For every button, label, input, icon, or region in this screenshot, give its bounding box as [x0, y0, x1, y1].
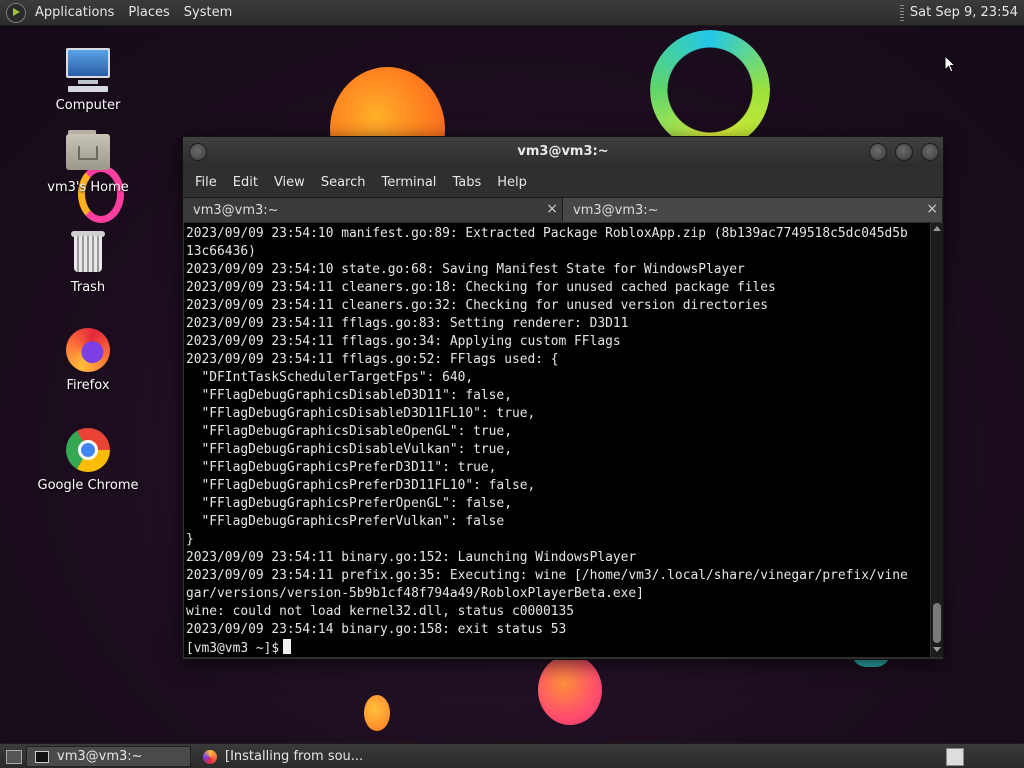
terminal-line: wine: could not load kernel32.dll, statu… [186, 604, 575, 619]
scroll-up-icon[interactable] [933, 226, 941, 231]
terminal-line: "FFlagDebugGraphicsDisableVulkan": true, [186, 442, 512, 457]
terminal-line: 2023/09/09 23:54:11 fflags.go:34: Applyi… [186, 334, 621, 349]
desktop-icon-label: Computer [55, 98, 121, 113]
terminal-tab-2[interactable]: vm3@vm3:~ × [563, 198, 943, 222]
distro-logo-icon[interactable] [6, 2, 26, 23]
terminal-line: 2023/09/09 23:54:10 state.go:68: Saving … [186, 262, 745, 277]
show-desktop-icon[interactable] [6, 749, 22, 764]
maximize-button[interactable] [895, 143, 913, 161]
terminal-line: 2023/09/09 23:54:11 prefix.go:35: Execut… [186, 568, 908, 583]
menu-tabs[interactable]: Tabs [444, 175, 489, 190]
scroll-down-icon[interactable] [933, 647, 941, 652]
trash-icon [64, 228, 112, 276]
terminal-line: 2023/09/09 23:54:11 fflags.go:83: Settin… [186, 316, 629, 331]
mouse-pointer-icon [944, 55, 956, 73]
desktop-icon-computer[interactable]: Computer [33, 46, 143, 113]
system-menu[interactable]: System [177, 5, 239, 20]
terminal-window[interactable]: vm3@vm3:~ File Edit View Search Terminal… [182, 136, 944, 660]
terminal-scrollbar[interactable] [931, 223, 943, 657]
taskbar-item-label: [Installing from sou... [225, 749, 364, 764]
places-menu[interactable]: Places [121, 5, 176, 20]
terminal-line: "FFlagDebugGraphicsPreferD3D11FL10": fal… [186, 478, 536, 493]
wallpaper-shape [538, 655, 602, 725]
terminal-line: "DFIntTaskSchedulerTargetFps": 640, [186, 370, 474, 385]
menu-file[interactable]: File [187, 175, 225, 190]
desktop-icon-label: Google Chrome [37, 478, 139, 493]
terminal-tab-1[interactable]: vm3@vm3:~ × [183, 198, 563, 222]
desktop-icon-label: Firefox [66, 378, 110, 393]
applications-menu[interactable]: Applications [28, 5, 121, 20]
desktop-icon-label: Trash [70, 280, 106, 295]
menu-help[interactable]: Help [489, 175, 535, 190]
terminal-menubar: File Edit View Search Terminal Tabs Help [183, 167, 943, 197]
terminal-line: 2023/09/09 23:54:14 binary.go:158: exit … [186, 622, 567, 637]
terminal-line: 2023/09/09 23:54:11 binary.go:152: Launc… [186, 550, 637, 565]
minimize-button[interactable] [869, 143, 887, 161]
terminal-text: 2023/09/09 23:54:10 manifest.go:89: Extr… [184, 223, 930, 657]
computer-icon [64, 46, 112, 94]
wallpaper-shape [364, 695, 390, 731]
tab-close-icon[interactable]: × [546, 201, 558, 217]
workspace-switcher[interactable] [946, 747, 964, 766]
firefox-icon [64, 326, 112, 374]
terminal-line: "FFlagDebugGraphicsDisableOpenGL": true, [186, 424, 512, 439]
terminal-tabbar: vm3@vm3:~ × vm3@vm3:~ × [183, 197, 943, 222]
scroll-thumb[interactable] [933, 603, 941, 643]
wallpaper-ring [650, 30, 770, 150]
clock[interactable]: Sat Sep 9, 23:54 [910, 5, 1024, 20]
terminal-line: gar/versions/version-5b9b1cf48f794a49/Ro… [186, 586, 644, 601]
terminal-line: "FFlagDebugGraphicsDisableD3D11": false, [186, 388, 512, 403]
desktop-icon-trash[interactable]: Trash [33, 228, 143, 295]
chrome-icon [64, 426, 112, 474]
shell-prompt: [vm3@vm3 ~]$ [186, 641, 280, 656]
taskbar-item-label: vm3@vm3:~ [57, 749, 143, 764]
terminal-line: 2023/09/09 23:54:10 manifest.go:89: Extr… [186, 226, 908, 241]
taskbar-item-firefox[interactable]: [Installing from sou... [195, 746, 395, 767]
desktop-icon-firefox[interactable]: Firefox [33, 326, 143, 393]
terminal-line: "FFlagDebugGraphicsDisableD3D11FL10": tr… [186, 406, 536, 421]
window-titlebar[interactable]: vm3@vm3:~ [183, 137, 943, 167]
taskbar-item-terminal[interactable]: vm3@vm3:~ [26, 746, 191, 767]
firefox-icon [203, 749, 217, 764]
tab-close-icon[interactable]: × [926, 201, 938, 217]
terminal-output[interactable]: 2023/09/09 23:54:10 manifest.go:89: Extr… [184, 223, 930, 657]
terminal-line: 2023/09/09 23:54:11 cleaners.go:18: Chec… [186, 280, 776, 295]
terminal-line: 2023/09/09 23:54:11 cleaners.go:32: Chec… [186, 298, 769, 313]
terminal-line: "FFlagDebugGraphicsPreferOpenGL": false, [186, 496, 512, 511]
desktop-icon-chrome[interactable]: Google Chrome [33, 426, 143, 493]
terminal-prompt-line[interactable]: [vm3@vm3 ~]$ [186, 639, 930, 657]
desktop-icon-home[interactable]: vm3's Home [33, 128, 143, 195]
terminal-line: 2023/09/09 23:54:11 fflags.go:52: FFlags… [186, 352, 559, 367]
window-title: vm3@vm3:~ [517, 144, 609, 159]
tab-label: vm3@vm3:~ [193, 202, 279, 218]
bottom-panel: vm3@vm3:~ [Installing from sou... [0, 743, 1024, 768]
terminal-icon [35, 750, 49, 763]
tab-label: vm3@vm3:~ [573, 202, 659, 218]
close-button[interactable] [921, 143, 939, 161]
terminal-line: } [186, 532, 194, 547]
terminal-line: "FFlagDebugGraphicsPreferVulkan": false [186, 514, 505, 529]
menu-edit[interactable]: Edit [225, 175, 266, 190]
terminal-line: "FFlagDebugGraphicsPreferD3D11": true, [186, 460, 497, 475]
menu-view[interactable]: View [266, 175, 313, 190]
menu-search[interactable]: Search [313, 175, 374, 190]
desktop-icon-label: vm3's Home [47, 180, 129, 195]
home-folder-icon [64, 128, 112, 176]
panel-handle-icon [899, 4, 904, 21]
text-cursor [283, 639, 292, 654]
terminal-line: 13c66436) [186, 244, 256, 259]
menu-terminal[interactable]: Terminal [373, 175, 444, 190]
top-panel: Applications Places System Sat Sep 9, 23… [0, 0, 1024, 26]
